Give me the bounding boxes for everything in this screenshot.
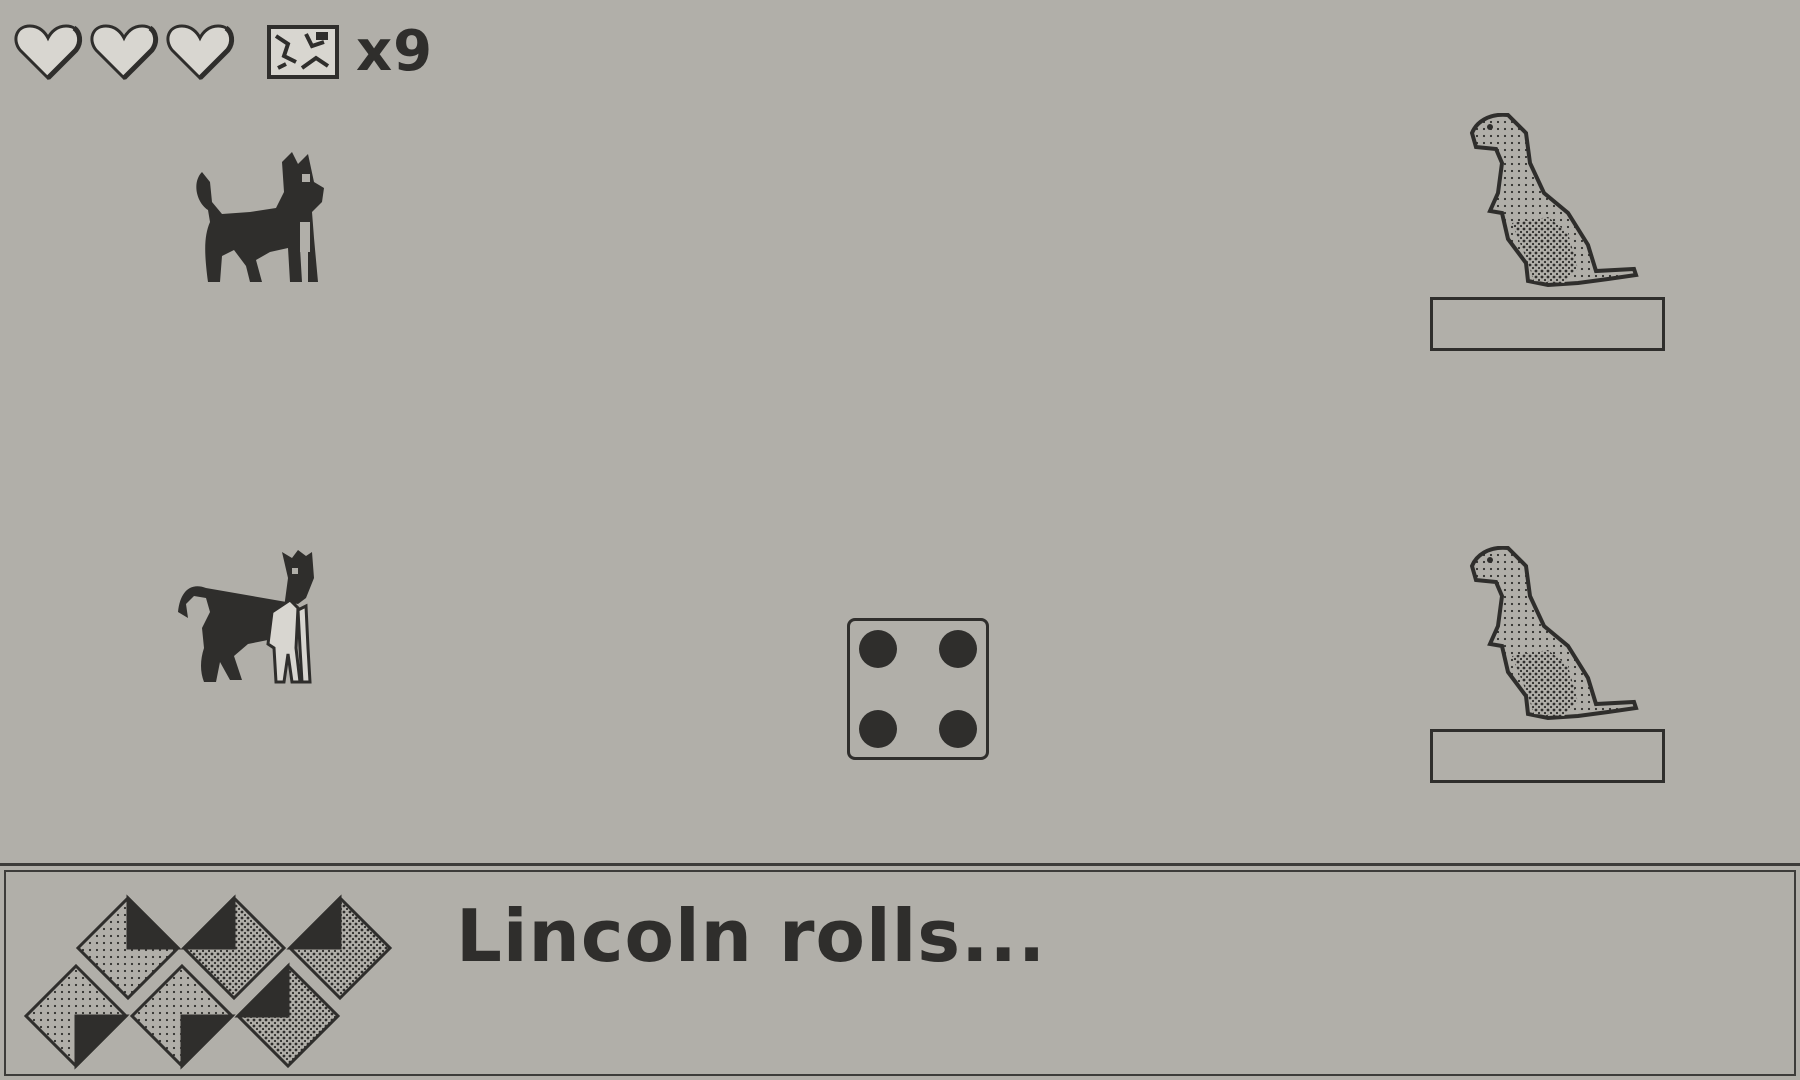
- die-icon[interactable]: [847, 618, 989, 760]
- prairie-dog-icon[interactable]: [1468, 113, 1640, 289]
- item-count: x9: [356, 19, 434, 84]
- die-pip: [939, 630, 977, 668]
- hud: x9: [12, 18, 433, 86]
- spotted-dog-icon[interactable]: [172, 548, 332, 688]
- dialog-frame: Lincoln rolls...: [4, 870, 1796, 1076]
- die-pip: [859, 710, 897, 748]
- dialog-box[interactable]: Lincoln rolls...: [0, 863, 1800, 1080]
- opponent-hp-bar: [1430, 297, 1665, 351]
- die-pip: [939, 710, 977, 748]
- prairie-dog-icon[interactable]: [1468, 546, 1640, 722]
- heart-icon: [90, 24, 159, 81]
- heart-icon: [14, 24, 83, 81]
- black-dog-icon[interactable]: [190, 152, 335, 292]
- map-icon: [267, 25, 339, 79]
- opponent-hp-bar: [1430, 729, 1665, 783]
- heart-icon: [166, 24, 235, 81]
- die-pip: [859, 630, 897, 668]
- diamond-pattern-portrait-icon: [23, 894, 393, 1070]
- dialog-text: Lincoln rolls...: [456, 894, 1047, 978]
